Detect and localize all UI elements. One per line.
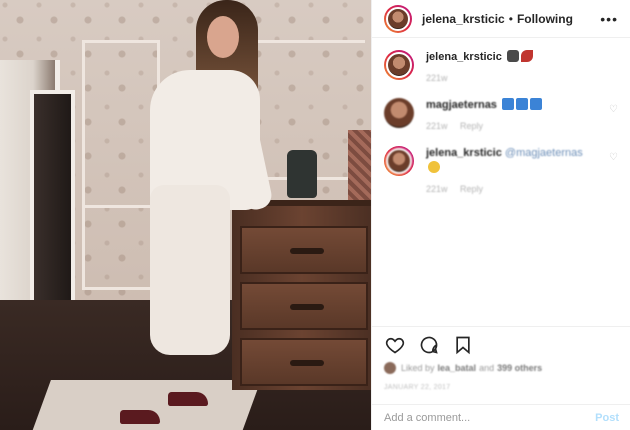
comment-meta: 221w [426, 71, 618, 86]
drawer-handle [290, 360, 324, 366]
shoe [120, 410, 160, 424]
avatar[interactable] [384, 98, 414, 128]
avatar-image [386, 148, 412, 174]
comments-list: jelena_krsticic 221w magjaeternas 221w R… [372, 38, 630, 326]
blue-square-emoji-icon [530, 98, 542, 110]
face-emoji-icon [428, 161, 440, 173]
avatar[interactable] [384, 4, 412, 33]
following-button[interactable]: Following [517, 12, 573, 26]
comment-meta: 221w Reply [426, 182, 603, 197]
heart-icon[interactable] [384, 334, 406, 356]
leaf-emoji-icon [520, 50, 533, 62]
likes-summary[interactable]: Liked by lea_batal and 399 others [384, 362, 545, 374]
person-legs [150, 185, 230, 355]
comment-body: jelena_krsticic 221w [426, 50, 618, 86]
reply-button[interactable]: Reply [460, 184, 483, 194]
post-sidebar: jelena_krsticic • Following ••• jelena_k… [371, 0, 630, 430]
wall-molding [82, 40, 160, 290]
comment-body: magjaeternas 221w Reply [426, 98, 603, 134]
comment-meta: 221w Reply [426, 119, 603, 134]
likes-connector: and [479, 363, 495, 373]
comment-age: 221w [426, 73, 448, 83]
liker-username[interactable]: lea_batal [438, 363, 477, 373]
drawer-handle [290, 304, 324, 310]
shoe [168, 392, 208, 406]
comment-username[interactable]: jelena_krsticic [426, 147, 502, 159]
comment-mention[interactable]: @magjaeternas [505, 147, 583, 159]
vase [287, 150, 317, 198]
avatar-image [386, 6, 410, 31]
post-date: JANUARY 22, 2017 [384, 384, 451, 391]
header-username[interactable]: jelena_krsticic [422, 12, 505, 26]
blue-square-emoji-icon [502, 98, 514, 110]
doorway [30, 90, 75, 320]
avatar-image [386, 52, 412, 78]
comment-username[interactable]: jelena_krsticic [426, 51, 502, 63]
liker-avatar [384, 362, 396, 374]
comment-input[interactable] [384, 411, 596, 424]
likes-others[interactable]: 399 others [497, 363, 542, 373]
drawer [240, 226, 368, 274]
avatar[interactable] [384, 146, 414, 176]
basket [348, 130, 371, 200]
comment-body: jelena_krsticic @magjaeternas 221w Reply [426, 146, 603, 197]
comment-row: magjaeternas 221w Reply ♡ [384, 98, 618, 134]
comment-age: 221w [426, 184, 448, 194]
camera-emoji-icon [506, 50, 519, 62]
comment-age: 221w [426, 121, 448, 131]
reply-button[interactable]: Reply [460, 121, 483, 131]
like-comment-heart-icon[interactable]: ♡ [609, 152, 618, 163]
post-header: jelena_krsticic • Following ••• [372, 0, 630, 38]
comment-username[interactable]: magjaeternas [426, 99, 497, 111]
add-comment-bar: Post [372, 404, 630, 430]
person-face [207, 16, 239, 58]
comment-row: jelena_krsticic @magjaeternas 221w Reply… [384, 146, 618, 197]
drawer [240, 282, 368, 330]
post-button[interactable]: Post [595, 412, 619, 424]
blue-square-emoji-icon [516, 98, 528, 110]
like-comment-heart-icon[interactable]: ♡ [609, 104, 618, 115]
likes-prefix: Liked by [401, 363, 435, 373]
drawer-handle [290, 248, 324, 254]
post-photo[interactable] [0, 0, 371, 430]
bookmark-icon[interactable] [452, 334, 474, 356]
dresser [232, 200, 371, 390]
avatar[interactable] [384, 50, 414, 80]
comment-icon[interactable] [418, 334, 440, 356]
separator-dot: • [508, 11, 513, 26]
post-actions [372, 326, 630, 362]
caption-row: jelena_krsticic 221w [384, 50, 618, 86]
avatar-image [384, 98, 414, 128]
drawer [240, 338, 368, 386]
more-options-icon[interactable]: ••• [600, 11, 618, 27]
